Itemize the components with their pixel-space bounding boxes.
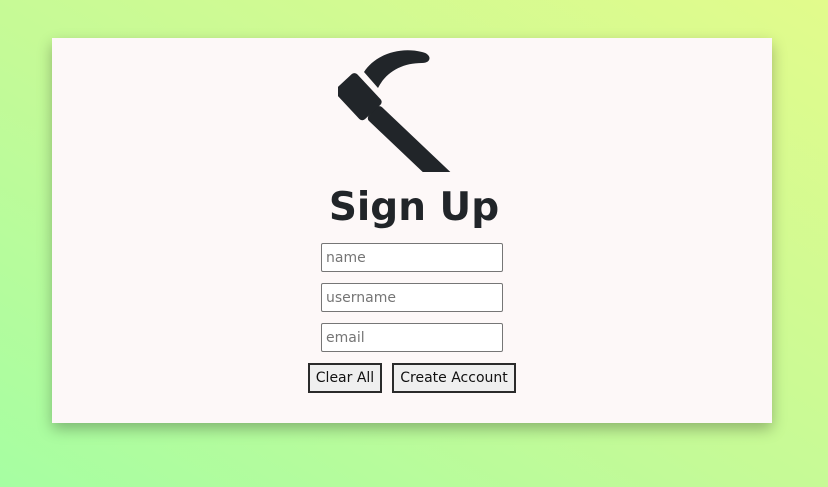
clear-all-button[interactable]: Clear All <box>308 363 382 393</box>
page-title: Sign Up <box>328 185 500 230</box>
email-input[interactable] <box>321 323 503 352</box>
username-input[interactable] <box>321 283 503 312</box>
hammer-icon <box>338 50 465 172</box>
name-input[interactable] <box>321 243 503 272</box>
create-account-button[interactable]: Create Account <box>392 363 516 393</box>
